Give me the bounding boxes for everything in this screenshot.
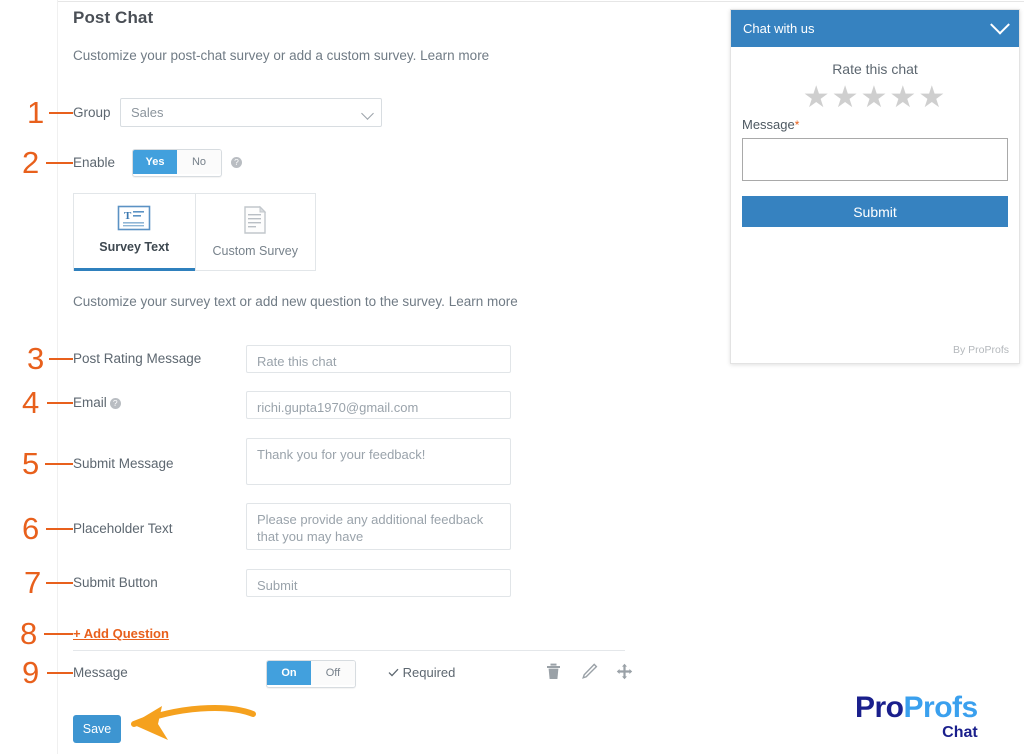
- custom-survey-icon: [244, 205, 267, 234]
- annotation-number-1: 1: [27, 95, 45, 130]
- page-subtitle-text: Customize your post-chat survey or add a…: [73, 48, 417, 63]
- chat-widget-submit-button[interactable]: Submit: [742, 196, 1008, 227]
- group-select[interactable]: Sales: [120, 98, 382, 127]
- annotation-line-8: [44, 633, 73, 635]
- survey-type-tabs: T Survey Text Custom Survey: [73, 193, 316, 271]
- chat-widget-message-label: Message*: [742, 117, 1019, 132]
- post-rating-message-label: Post Rating Message: [73, 351, 202, 366]
- add-question-link[interactable]: + Add Question: [73, 626, 169, 641]
- enable-toggle-yes[interactable]: Yes: [133, 150, 177, 174]
- submit-message-label: Submit Message: [73, 456, 174, 471]
- logo-chat-text: Chat: [942, 724, 978, 741]
- page-top-divider: [57, 1, 1024, 2]
- learn-more-link-top[interactable]: Learn more: [420, 48, 489, 63]
- annotation-line-7: [46, 582, 73, 584]
- proprofs-logo-main: ProProfs: [855, 693, 978, 723]
- group-select-value: Sales: [131, 105, 164, 120]
- submit-button-label: Submit Button: [73, 575, 158, 590]
- chevron-down-icon: [361, 107, 374, 120]
- pointer-arrow-annotation: [131, 705, 256, 740]
- email-input[interactable]: richi.gupta1970@gmail.com: [246, 391, 511, 419]
- question-required-status: Required: [388, 665, 455, 680]
- annotation-number-8: 8: [20, 616, 38, 651]
- question-toggle-off[interactable]: Off: [311, 661, 355, 685]
- annotation-number-3: 3: [27, 341, 45, 376]
- tab-custom-survey-label: Custom Survey: [212, 244, 298, 258]
- group-label: Group: [73, 105, 111, 120]
- question-row-divider: [73, 650, 625, 651]
- annotation-number-2: 2: [22, 145, 40, 180]
- chat-widget-title: Chat with us: [743, 21, 815, 36]
- email-label-text: Email: [73, 395, 107, 410]
- placeholder-text-textarea[interactable]: Please provide any additional feedback t…: [246, 503, 511, 550]
- annotation-line-1: [49, 112, 73, 114]
- svg-text:T: T: [124, 210, 132, 222]
- learn-more-link-section[interactable]: Learn more: [449, 294, 518, 309]
- annotation-number-9: 9: [22, 655, 40, 690]
- email-label: Email?: [73, 395, 121, 410]
- question-row-label: Message: [73, 665, 128, 680]
- tab-survey-text-label: Survey Text: [99, 240, 170, 254]
- chat-widget-rate-title: Rate this chat: [832, 61, 918, 77]
- tab-survey-text[interactable]: T Survey Text: [74, 194, 195, 271]
- annotation-line-3: [49, 358, 73, 360]
- annotation-line-9: [47, 672, 73, 674]
- annotation-number-4: 4: [22, 385, 40, 420]
- page-subtitle: Customize your post-chat survey or add a…: [73, 48, 489, 63]
- question-enable-toggle[interactable]: On Off: [266, 660, 356, 688]
- annotation-number-5: 5: [22, 446, 40, 481]
- annotation-number-7: 7: [24, 565, 42, 600]
- logo-pro-text: Pro: [855, 691, 904, 724]
- question-toggle-on[interactable]: On: [267, 661, 311, 685]
- chat-widget-preview: Chat with us Rate this chat ★★★★★ Messag…: [730, 9, 1020, 364]
- chat-widget-message-label-text: Message: [742, 117, 795, 132]
- save-button[interactable]: Save: [73, 715, 121, 743]
- logo-profs-text: Profs: [903, 691, 979, 724]
- chevron-down-icon[interactable]: [990, 14, 1010, 35]
- question-required-label: Required: [402, 665, 456, 680]
- check-icon: [388, 668, 399, 677]
- page-title: Post Chat: [73, 8, 154, 27]
- chat-widget-message-textarea[interactable]: [742, 138, 1008, 181]
- edit-icon[interactable]: [581, 663, 598, 681]
- chat-widget-header[interactable]: Chat with us: [731, 10, 1019, 47]
- question-row-actions: [546, 663, 633, 681]
- post-rating-message-input[interactable]: Rate this chat: [246, 345, 511, 373]
- submit-message-textarea[interactable]: Thank you for your feedback!: [246, 438, 511, 485]
- enable-toggle-no[interactable]: No: [177, 150, 221, 174]
- enable-help-icon[interactable]: ?: [231, 157, 242, 168]
- star-rating[interactable]: ★★★★★: [731, 82, 1019, 114]
- annotation-line-5: [45, 463, 73, 465]
- enable-label: Enable: [73, 155, 116, 170]
- proprofs-logo: ProProfs Chat: [855, 693, 978, 742]
- annotation-line-4: [47, 402, 73, 404]
- delete-icon[interactable]: [546, 663, 563, 681]
- submit-button-input[interactable]: Submit: [246, 569, 511, 597]
- required-asterisk: *: [794, 118, 800, 132]
- enable-toggle[interactable]: Yes No: [132, 149, 222, 177]
- annotation-number-6: 6: [22, 511, 40, 546]
- tab-custom-survey[interactable]: Custom Survey: [194, 194, 316, 270]
- chat-widget-footer: By ProProfs: [952, 344, 1009, 356]
- section-subtitle-text: Customize your survey text or add new qu…: [73, 294, 445, 309]
- survey-text-icon: T: [117, 205, 151, 231]
- email-help-icon[interactable]: ?: [109, 398, 121, 409]
- move-icon[interactable]: [616, 663, 633, 681]
- section-subtitle: Customize your survey text or add new qu…: [73, 294, 518, 309]
- annotation-line-2: [46, 162, 73, 164]
- annotation-line-6: [46, 528, 73, 530]
- placeholder-text-label: Placeholder Text: [73, 521, 173, 536]
